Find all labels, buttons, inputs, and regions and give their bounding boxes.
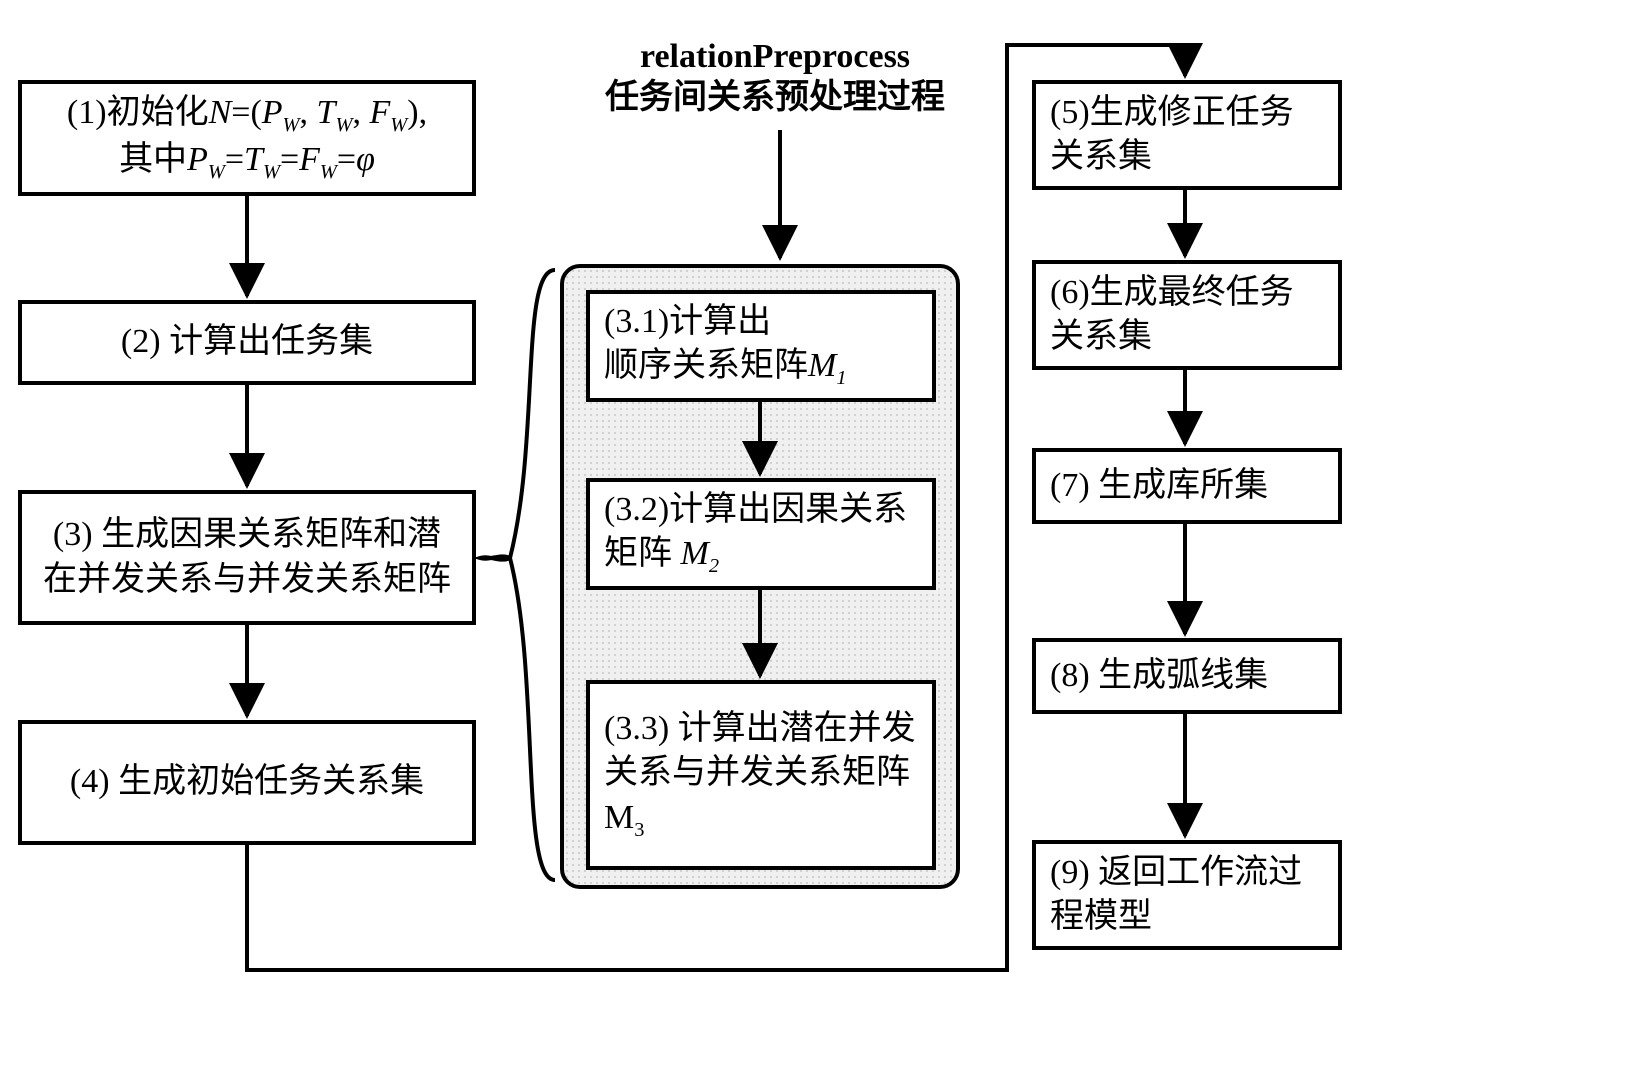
- node-3-2-text: (3.2)计算出因果关系矩阵 M2: [604, 488, 918, 580]
- node-4-text: (4) 生成初始任务关系集: [70, 760, 424, 804]
- label-en: relationPreprocess: [640, 38, 910, 75]
- brace-3-to-panel: [480, 270, 555, 880]
- node-9-return-workflow-model: (9) 返回工作流过程模型: [1032, 840, 1342, 950]
- node-1-initialize-N: (1)初始化N=(PW, TW, FW),其中PW=TW=FW=φ: [18, 80, 476, 196]
- node-1-text: (1)初始化N=(PW, TW, FW),其中PW=TW=FW=φ: [67, 91, 427, 186]
- node-7-place-set: (7) 生成库所集: [1032, 448, 1342, 524]
- node-3-1-text: (3.1)计算出顺序关系矩阵M1: [604, 300, 847, 392]
- node-2-text: (2) 计算出任务集: [121, 320, 373, 364]
- node-2-compute-task-set: (2) 计算出任务集: [18, 300, 476, 385]
- node-3-1-order-matrix: (3.1)计算出顺序关系矩阵M1: [586, 290, 936, 402]
- node-3-generate-matrices: (3) 生成因果关系矩阵和潜在并发关系与并发关系矩阵: [18, 490, 476, 625]
- relation-preprocess-label: relationPreprocess 任务间关系预处理过程: [570, 37, 980, 119]
- node-5-text: (5)生成修正任务关系集: [1050, 91, 1324, 179]
- node-5-corrected-task-relation-set: (5)生成修正任务关系集: [1032, 80, 1342, 190]
- node-4-initial-task-relation-set: (4) 生成初始任务关系集: [18, 720, 476, 845]
- node-8-text: (8) 生成弧线集: [1050, 654, 1268, 698]
- label-zh: 任务间关系预处理过程: [605, 79, 945, 116]
- node-8-arc-set: (8) 生成弧线集: [1032, 638, 1342, 714]
- node-3-3-concurrent-matrix: (3.3) 计算出潜在并发关系与并发关系矩阵M3: [586, 680, 936, 870]
- node-7-text: (7) 生成库所集: [1050, 464, 1268, 508]
- node-6-final-task-relation-set: (6)生成最终任务关系集: [1032, 260, 1342, 370]
- node-3-3-text: (3.3) 计算出潜在并发关系与并发关系矩阵M3: [604, 707, 918, 843]
- node-3-2-causal-matrix: (3.2)计算出因果关系矩阵 M2: [586, 478, 936, 590]
- node-6-text: (6)生成最终任务关系集: [1050, 271, 1324, 359]
- node-3-text: (3) 生成因果关系矩阵和潜在并发关系与并发关系矩阵: [36, 513, 458, 601]
- node-9-text: (9) 返回工作流过程模型: [1050, 851, 1324, 939]
